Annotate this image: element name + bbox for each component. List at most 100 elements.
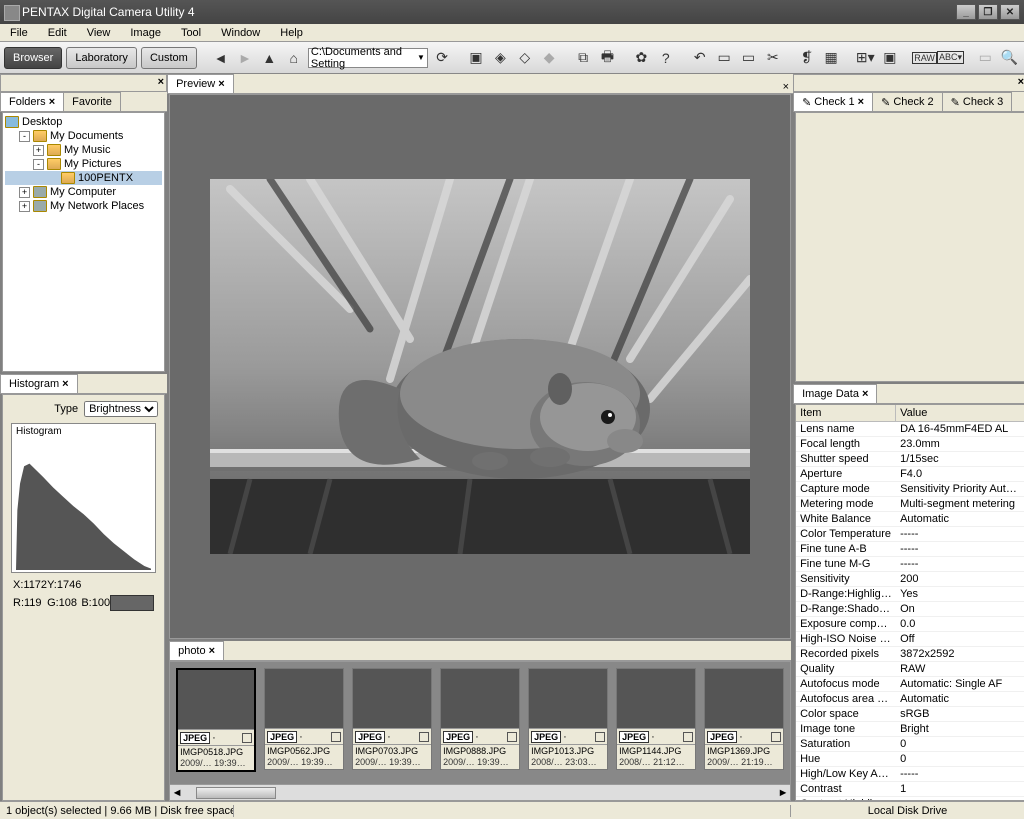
collapse-icon[interactable]: - [33, 159, 44, 170]
address-combo[interactable]: C:\Documents and Setting▼ [308, 48, 428, 68]
image-data-row[interactable]: D-Range:Shadow Co…On [796, 602, 1024, 617]
image-data-row[interactable]: Capture modeSensitivity Priority Automa… [796, 482, 1024, 497]
image-data-row[interactable]: Exposure compensation0.0 [796, 617, 1024, 632]
image-data-row[interactable]: Autofocus area modeAutomatic [796, 692, 1024, 707]
mode-laboratory[interactable]: Laboratory [66, 47, 137, 69]
tab-preview[interactable]: Preview× [167, 74, 234, 93]
tab-folders[interactable]: Folders× [0, 92, 64, 111]
tab-check-3[interactable]: ✎Check 3 [942, 92, 1013, 111]
copy-icon[interactable]: ⧉ [573, 47, 593, 69]
image-data-row[interactable]: High-ISO Noise Redu…Off [796, 632, 1024, 647]
thumb-checkbox[interactable] [507, 732, 517, 742]
menu-view[interactable]: View [81, 26, 117, 40]
tree-my-computer[interactable]: +My Computer [5, 185, 162, 199]
page2-icon[interactable]: ▭ [738, 47, 758, 69]
refresh-icon[interactable]: ⟳ [432, 47, 452, 69]
image-data-row[interactable]: Focal length23.0mm [796, 437, 1024, 452]
save-icon[interactable]: ▣ [466, 47, 486, 69]
mode-browser[interactable]: Browser [4, 47, 62, 69]
thumbnail[interactable]: JPEG· IMGP1144.JPG 2008/… 21:12… [616, 668, 696, 770]
thumb-checkbox[interactable] [419, 732, 429, 742]
thumb-checkbox[interactable] [331, 732, 341, 742]
image-data-row[interactable]: Fine tune M-G----- [796, 557, 1024, 572]
close-button[interactable]: ✕ [1000, 4, 1020, 20]
scroll-left-icon[interactable]: ◄ [170, 787, 184, 799]
thumb-checkbox[interactable] [683, 732, 693, 742]
thumb-checkbox[interactable] [595, 732, 605, 742]
image-data-row[interactable]: Color spacesRGB [796, 707, 1024, 722]
collapse-icon[interactable]: - [19, 131, 30, 142]
histogram-type-select[interactable]: Brightness [84, 401, 158, 417]
left-panel-close-icon[interactable]: × [158, 76, 164, 88]
help-icon[interactable]: ? [656, 47, 676, 69]
image-data-row[interactable]: Lens nameDA 16-45mmF4ED AL [796, 422, 1024, 437]
scroll-right-icon[interactable]: ► [776, 787, 790, 799]
menu-file[interactable]: File [4, 26, 34, 40]
tab-check-2[interactable]: ✎Check 2 [872, 92, 943, 111]
image-data-row[interactable]: D-Range:Highlight Co…Yes [796, 587, 1024, 602]
tree-my-pictures[interactable]: -My Pictures [5, 157, 162, 171]
thumb-checkbox[interactable] [771, 732, 781, 742]
bookmark-icon[interactable]: ❡ [797, 47, 817, 69]
thumbnail[interactable]: JPEG· IMGP1369.JPG 2009/… 21:19… [704, 668, 784, 770]
tab-favorite[interactable]: Favorite [63, 92, 121, 111]
thumbnail[interactable]: JPEG· IMGP0562.JPG 2009/… 19:39… [264, 668, 344, 770]
image-data-row[interactable]: High/Low Key Adjust…----- [796, 767, 1024, 782]
image-data-row[interactable]: Autofocus modeAutomatic: Single AF [796, 677, 1024, 692]
tree-my-network[interactable]: +My Network Places [5, 199, 162, 213]
image-data-row[interactable]: Saturation0 [796, 737, 1024, 752]
tab-image-data[interactable]: Image Data× [793, 384, 877, 403]
menu-image[interactable]: Image [124, 26, 167, 40]
thumbnail[interactable]: JPEG· IMGP0518.JPG 2009/… 19:39… [176, 668, 256, 772]
up-icon[interactable]: ▲ [259, 47, 279, 69]
home-icon[interactable]: ⌂ [284, 47, 304, 69]
rotate-left-icon[interactable]: ◈ [490, 47, 510, 69]
rotate-right-icon[interactable]: ◇ [515, 47, 535, 69]
tree-100pentx[interactable]: 100PENTX [5, 171, 162, 185]
image-data-row[interactable]: Hue0 [796, 752, 1024, 767]
minimize-button[interactable]: _ [956, 4, 976, 20]
image-data-row[interactable]: Metering modeMulti-segment metering [796, 497, 1024, 512]
tab-histogram-close-icon[interactable]: × [62, 378, 68, 390]
gear-icon[interactable]: ✿ [631, 47, 651, 69]
image-data-row[interactable]: Sensitivity200 [796, 572, 1024, 587]
scroll-thumb[interactable] [196, 787, 276, 799]
preview-panel-close-icon[interactable]: × [779, 81, 793, 93]
image-data-row[interactable]: Contrast1 [796, 782, 1024, 797]
tab-folders-close-icon[interactable]: × [49, 96, 55, 108]
fit-icon[interactable]: ▣ [880, 47, 900, 69]
abc-icon[interactable]: ABC▾ [940, 47, 962, 69]
image-data-row[interactable]: Fine tune A-B----- [796, 542, 1024, 557]
image-data-row[interactable]: Shutter speed1/15sec [796, 452, 1024, 467]
mode-custom[interactable]: Custom [141, 47, 197, 69]
tab-image-data-close-icon[interactable]: × [862, 388, 868, 400]
image-data-row[interactable]: Recorded pixels3872x2592 [796, 647, 1024, 662]
right-panel-close-icon[interactable]: × [1018, 76, 1024, 88]
maximize-button[interactable]: ❐ [978, 4, 998, 20]
tab-photo-close-icon[interactable]: × [209, 645, 215, 657]
thumbs-icon[interactable]: ⊞▾ [855, 47, 876, 69]
thumbnail-scrollbar[interactable]: ◄ ► [169, 785, 791, 801]
tab-histogram[interactable]: Histogram× [0, 374, 78, 393]
thumb-checkbox[interactable] [242, 733, 252, 743]
forward-icon[interactable]: ► [235, 47, 255, 69]
cut-icon[interactable]: ✂ [763, 47, 783, 69]
menu-help[interactable]: Help [274, 26, 309, 40]
zoom-icon[interactable]: 🔍 [999, 47, 1019, 69]
tab-check1-close-icon[interactable]: × [858, 96, 864, 108]
menu-tool[interactable]: Tool [175, 26, 207, 40]
image-data-row[interactable]: ApertureF4.0 [796, 467, 1024, 482]
expand-icon[interactable]: + [33, 145, 44, 156]
tree-my-documents[interactable]: -My Documents [5, 129, 162, 143]
thumbnail[interactable]: JPEG· IMGP0703.JPG 2009/… 19:39… [352, 668, 432, 770]
tab-preview-close-icon[interactable]: × [218, 78, 224, 90]
thumbnail[interactable]: JPEG· IMGP1013.JPG 2008/… 23:03… [528, 668, 608, 770]
folder-tree[interactable]: Desktop -My Documents +My Music -My Pict… [2, 112, 165, 372]
image-data-row[interactable]: Image toneBright [796, 722, 1024, 737]
undo-icon[interactable]: ↶ [690, 47, 710, 69]
image-data-row[interactable]: White BalanceAutomatic [796, 512, 1024, 527]
image-data-col-item[interactable]: Item [796, 405, 896, 421]
expand-icon[interactable]: + [19, 201, 30, 212]
image-data-row[interactable]: Color Temperature----- [796, 527, 1024, 542]
tab-check-1[interactable]: ✎Check 1× [793, 92, 873, 111]
